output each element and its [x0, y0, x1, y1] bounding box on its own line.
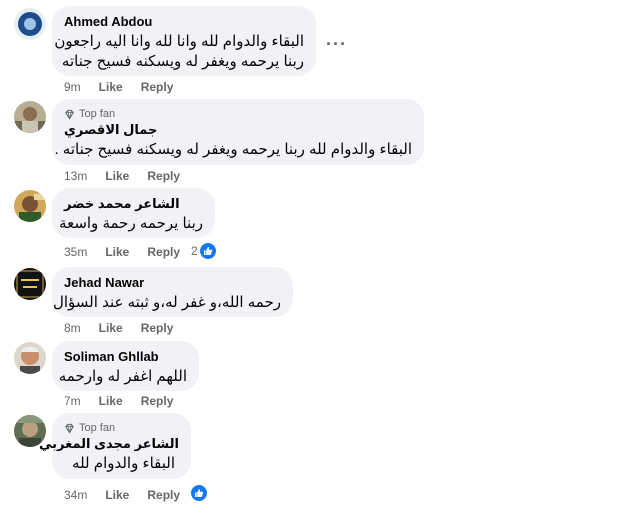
reply-button[interactable]: Reply [147, 169, 180, 183]
more-options-icon[interactable]: ··· [326, 34, 347, 55]
commenter-name[interactable]: Soliman Ghllab [64, 349, 187, 365]
avatar[interactable] [14, 101, 46, 133]
like-button[interactable]: Like [105, 245, 129, 259]
commenter-name[interactable]: Jehad Nawar [64, 275, 281, 291]
reply-button[interactable]: Reply [147, 488, 180, 502]
reply-button[interactable]: Reply [141, 80, 174, 94]
comment-text: ربنا يرحمه رحمة واسعة [59, 215, 203, 232]
commenter-name[interactable]: الشاعر مجدى المغربي [39, 436, 179, 452]
comment-text: البقاء والدوام لله وانا لله وانا اليه را… [54, 33, 304, 50]
comment-actions: 34m Like Reply [64, 488, 180, 502]
comment-bubble: Top fan الشاعر مجدى المغربي البقاء والدو… [39, 413, 191, 479]
like-button[interactable]: Like [99, 394, 123, 408]
comment-actions: 35m Like Reply [64, 245, 180, 259]
reaction-count[interactable]: 2 [191, 243, 216, 259]
timestamp[interactable]: 34m [64, 488, 87, 502]
comment-bubble: Top fan جمال الاقصري البقاء والدوام لله … [52, 99, 424, 165]
like-button[interactable]: Like [99, 80, 123, 94]
comment-bubble: Jehad Nawar رحمه الله،و غفر له،و ثبته عن… [52, 267, 293, 317]
timestamp[interactable]: 13m [64, 169, 87, 183]
comment-text: اللهم اغفر له وارحمه [58, 368, 187, 385]
comment-bubble: الشاعر محمد خضر ربنا يرحمه رحمة واسعة [52, 188, 215, 238]
timestamp[interactable]: 9m [64, 80, 81, 94]
reaction-count[interactable] [191, 485, 207, 501]
comment-text: البقاء والدوام لله [72, 455, 175, 472]
comment-bubble: Soliman Ghllab اللهم اغفر له وارحمه [52, 341, 199, 391]
top-fan-badge: Top fan [64, 107, 412, 121]
comment-actions: 9m Like Reply [64, 80, 173, 94]
commenter-name[interactable]: جمال الاقصري [64, 122, 412, 138]
commenter-name[interactable]: Ahmed Abdou [64, 14, 304, 30]
timestamp[interactable]: 35m [64, 245, 87, 259]
comment-actions: 7m Like Reply [64, 394, 173, 408]
avatar[interactable] [14, 190, 46, 222]
like-button[interactable]: Like [105, 488, 129, 502]
comment-text: رحمه الله،و غفر له،و ثبته عند السؤال [52, 294, 281, 311]
comment-text: البقاء والدوام لله ربنا يرحمه ويغفر له و… [54, 141, 412, 158]
like-reaction-icon [199, 243, 216, 259]
like-reaction-icon [191, 485, 207, 501]
reaction-count-number: 2 [191, 244, 198, 258]
timestamp[interactable]: 7m [64, 394, 81, 408]
reply-button[interactable]: Reply [141, 321, 174, 335]
like-button[interactable]: Like [99, 321, 123, 335]
comment-actions: 8m Like Reply [64, 321, 173, 335]
top-fan-label: Top fan [79, 108, 116, 120]
diamond-icon [65, 423, 74, 434]
like-button[interactable]: Like [105, 169, 129, 183]
timestamp[interactable]: 8m [64, 321, 81, 335]
avatar[interactable] [14, 268, 46, 300]
diamond-icon [65, 109, 74, 120]
top-fan-badge: Top fan [64, 421, 179, 435]
avatar[interactable] [14, 342, 46, 374]
commenter-name[interactable]: الشاعر محمد خضر [64, 196, 203, 212]
comment-text: ربنا يرحمه ويغفر له ويسكنه فسيح جناته [61, 53, 304, 70]
reply-button[interactable]: Reply [147, 245, 180, 259]
top-fan-label: Top fan [79, 422, 116, 434]
avatar[interactable] [14, 8, 46, 40]
reply-button[interactable]: Reply [141, 394, 174, 408]
comment-bubble: Ahmed Abdou البقاء والدوام لله وانا لله … [52, 6, 316, 76]
comment-actions: 13m Like Reply [64, 169, 180, 183]
